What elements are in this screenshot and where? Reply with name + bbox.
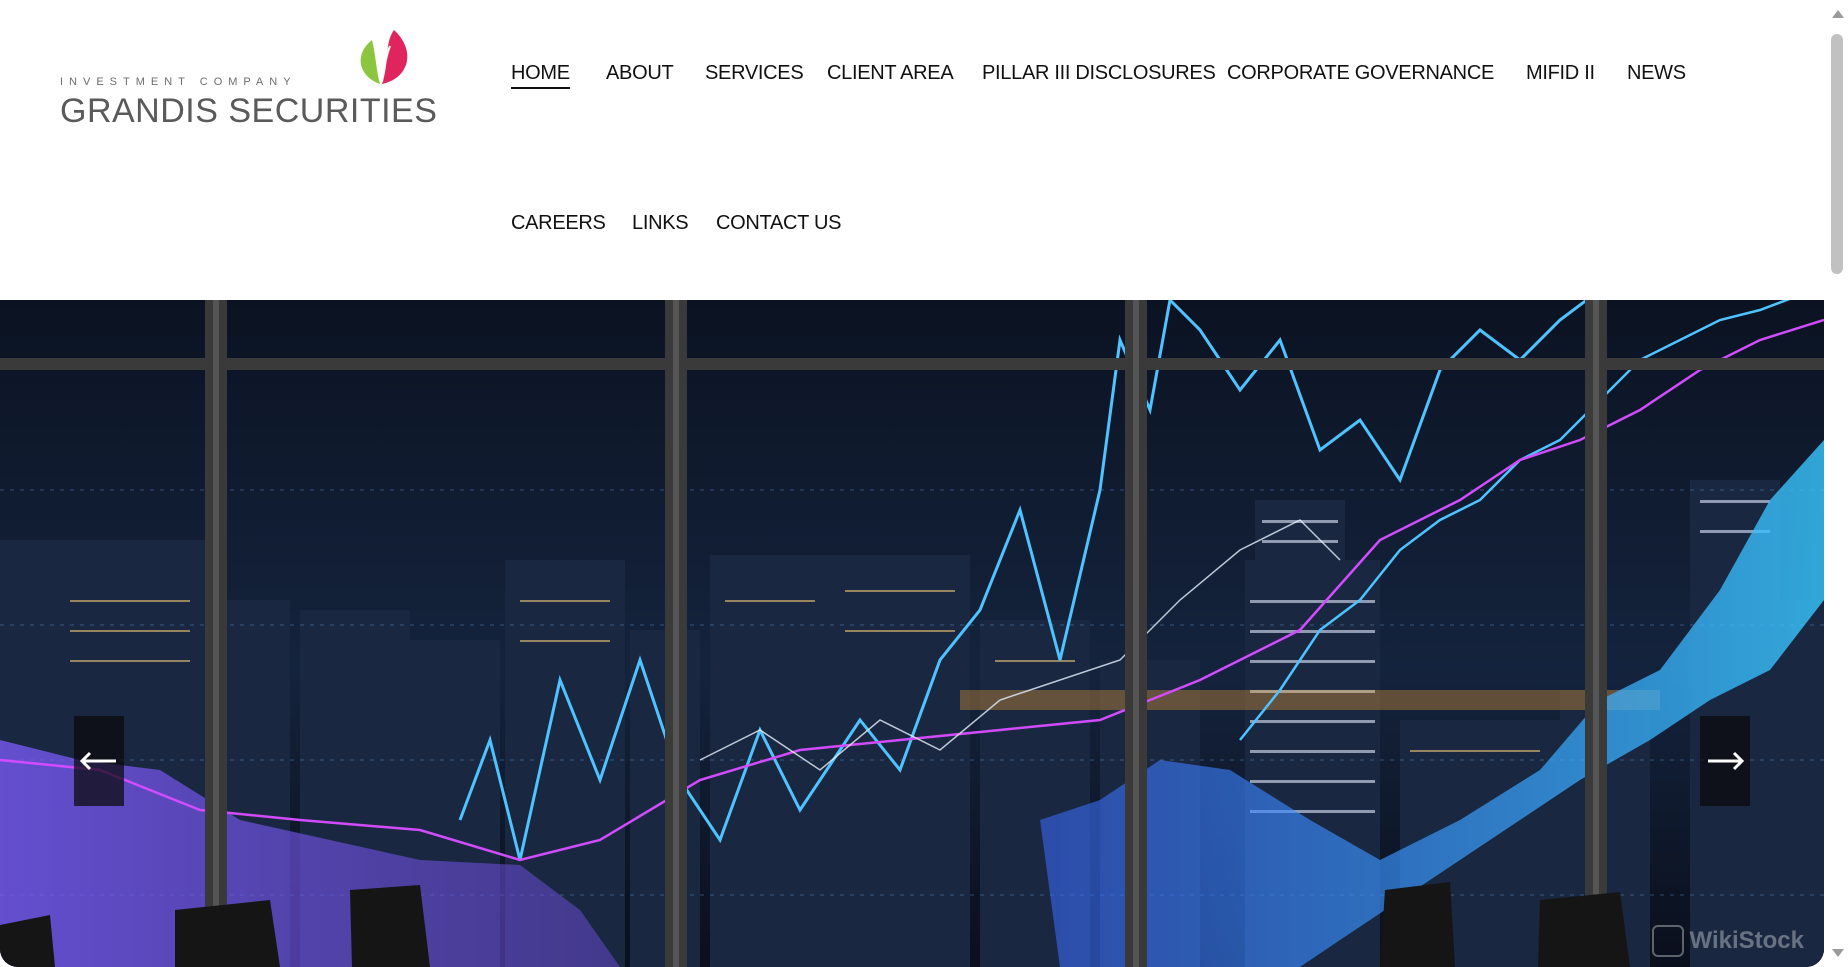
nav-services[interactable]: SERVICES (705, 62, 804, 85)
scroll-up-icon[interactable] (1832, 10, 1844, 18)
site-header: INVESTMENT COMPANY GRANDIS SECURITIES HO… (0, 0, 1824, 300)
nav-home[interactable]: HOME (511, 62, 570, 89)
nav-client-area[interactable]: CLIENT AREA (827, 62, 954, 85)
scroll-down-icon[interactable] (1832, 949, 1844, 957)
watermark-text: WikiStock (1689, 927, 1804, 954)
nav-links[interactable]: LINKS (632, 212, 689, 235)
arrow-left-icon (79, 751, 116, 771)
slider-prev-button[interactable] (74, 716, 124, 806)
hero-slider: WikiStock (0, 300, 1824, 967)
hero-city-chart-image (0, 300, 1824, 967)
nav-corporate-governance[interactable]: CORPORATE GOVERNANCE (1227, 62, 1494, 85)
logo-company-name: GRANDIS SECURITIES (60, 92, 438, 130)
leaf-logo-icon (360, 30, 408, 84)
logo-tagline: INVESTMENT COMPANY (60, 76, 297, 88)
page-scrollbar[interactable] (1828, 0, 1848, 967)
watermark-logo-icon (1651, 925, 1684, 957)
nav-news[interactable]: NEWS (1627, 62, 1686, 85)
nav-careers[interactable]: CAREERS (511, 212, 606, 235)
arrow-right-icon (1708, 751, 1745, 771)
nav-mifid-ii[interactable]: MIFID II (1526, 62, 1595, 85)
nav-about[interactable]: ABOUT (606, 62, 674, 85)
slider-next-button[interactable] (1700, 716, 1750, 806)
nav-contact-us[interactable]: CONTACT US (716, 212, 841, 235)
scrollbar-thumb[interactable] (1831, 34, 1843, 274)
nav-pillar-iii-disclosures[interactable]: PILLAR III DISCLOSURES (982, 62, 1216, 85)
browser-viewport: INVESTMENT COMPANY GRANDIS SECURITIES HO… (0, 0, 1824, 967)
site-logo[interactable]: INVESTMENT COMPANY GRANDIS SECURITIES (60, 26, 437, 136)
watermark: WikiStock (1651, 925, 1804, 957)
